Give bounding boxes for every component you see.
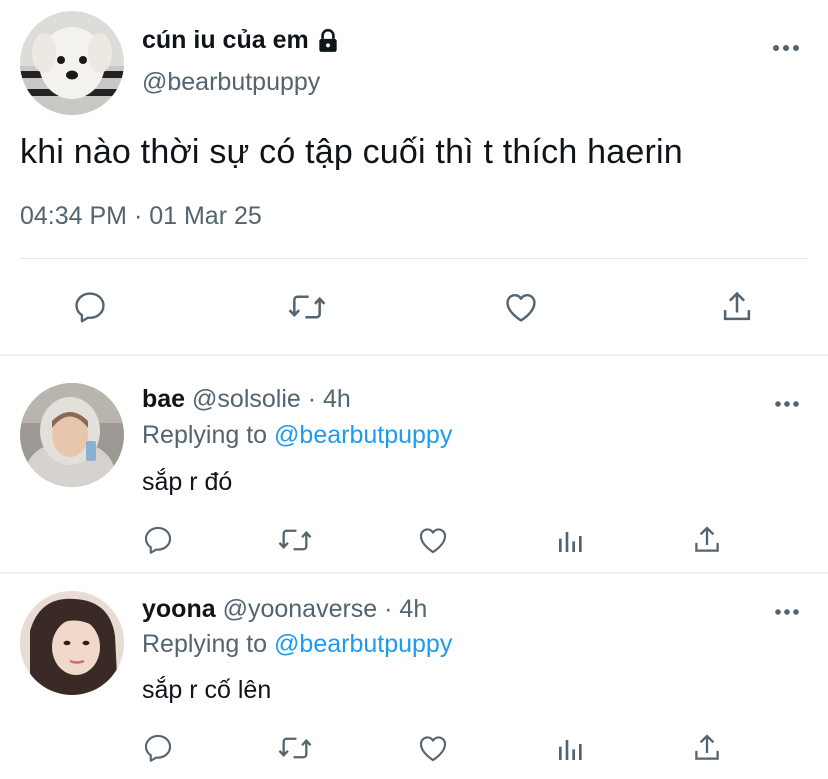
retweet-icon[interactable]	[275, 522, 315, 558]
avatar[interactable]	[20, 383, 124, 487]
handle[interactable]: @bearbutpuppy	[142, 68, 320, 97]
share-icon[interactable]	[689, 522, 725, 558]
replying-to-label: Replying to	[142, 421, 268, 449]
replying-to-label: Replying to	[142, 630, 268, 658]
analytics-icon[interactable]	[553, 730, 589, 766]
retweet-icon[interactable]	[285, 287, 329, 327]
mention-link[interactable]: @bearbutpuppy	[274, 421, 452, 449]
tweet-text: sắp r đó	[142, 468, 233, 496]
like-icon[interactable]	[415, 522, 451, 558]
share-icon[interactable]	[717, 287, 757, 327]
replying-to: Replying to @bearbutpuppy	[142, 630, 452, 659]
tweet-text: sắp r cố lên	[142, 676, 272, 704]
main-tweet: cún iu của em @bearbutpuppy khi nào thời…	[0, 0, 828, 354]
timestamp[interactable]: 04:34 PM · 01 Mar 25	[20, 202, 262, 231]
share-icon[interactable]	[689, 730, 725, 766]
handle-and-time[interactable]: @yoonaverse · 4h	[223, 595, 428, 623]
more-icon[interactable]	[772, 40, 800, 51]
display-name[interactable]: cún iu của em	[142, 26, 309, 55]
tweet-text: khi nào thời sự có tập cuối thì t thích …	[20, 133, 683, 171]
reply-tweet: yoona @yoonaverse · 4h Replying to @bear…	[0, 574, 828, 779]
avatar[interactable]	[20, 11, 124, 115]
more-icon[interactable]	[774, 396, 802, 407]
display-name[interactable]: bae	[142, 385, 185, 413]
replying-to: Replying to @bearbutpuppy	[142, 421, 452, 450]
reply-icon[interactable]	[140, 730, 176, 766]
avatar[interactable]	[20, 591, 124, 695]
reply-header: yoona @yoonaverse · 4h	[142, 595, 427, 624]
reply-tweet: bae @solsolie · 4h Replying to @bearbutp…	[0, 356, 828, 572]
display-name-row: cún iu của em	[142, 26, 341, 55]
lock-icon	[315, 28, 341, 54]
more-icon[interactable]	[774, 604, 802, 615]
analytics-icon[interactable]	[553, 522, 589, 558]
mention-link[interactable]: @bearbutpuppy	[274, 630, 452, 658]
reply-header: bae @solsolie · 4h	[142, 385, 351, 414]
reply-icon[interactable]	[70, 287, 110, 327]
like-icon[interactable]	[415, 730, 451, 766]
display-name[interactable]: yoona	[142, 595, 216, 623]
handle-and-time[interactable]: @solsolie · 4h	[192, 385, 351, 413]
reply-icon[interactable]	[140, 522, 176, 558]
retweet-icon[interactable]	[275, 730, 315, 766]
like-icon[interactable]	[501, 287, 541, 327]
divider	[20, 258, 808, 259]
